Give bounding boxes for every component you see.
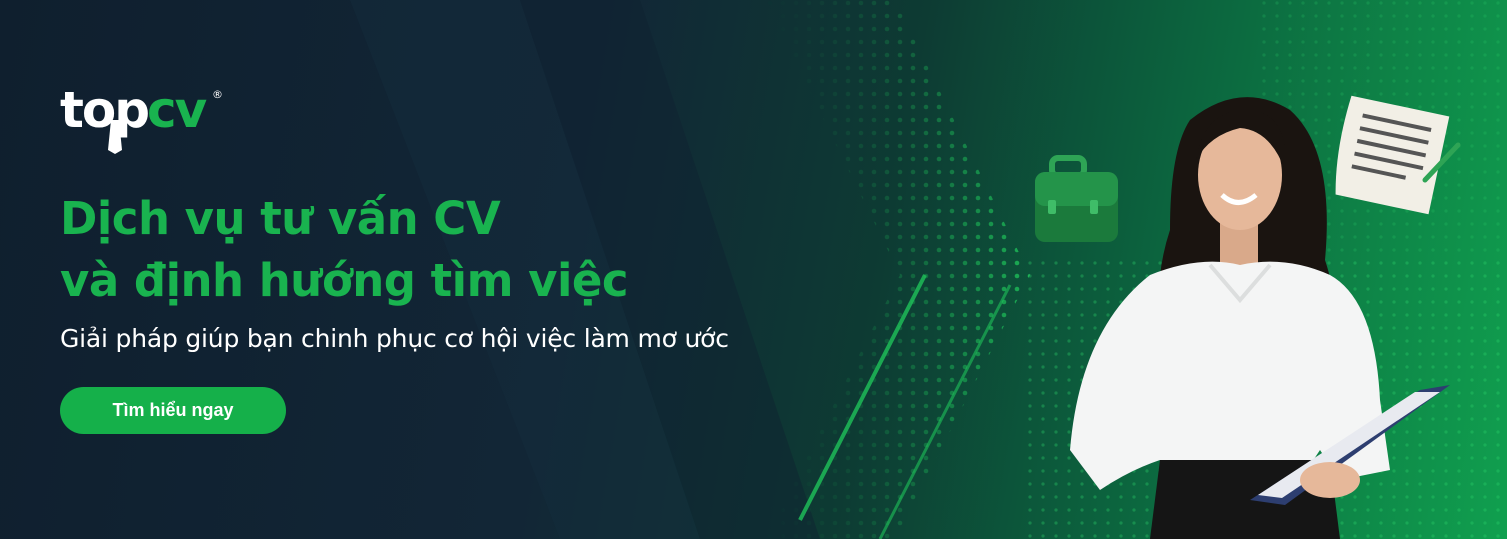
hero-banner: top cv ® Dịch vụ tư vấn CV và định hướng…	[0, 0, 1507, 539]
document-icon	[1335, 95, 1450, 215]
hero-illustration	[1035, 95, 1461, 539]
briefcase-icon	[1035, 155, 1118, 242]
